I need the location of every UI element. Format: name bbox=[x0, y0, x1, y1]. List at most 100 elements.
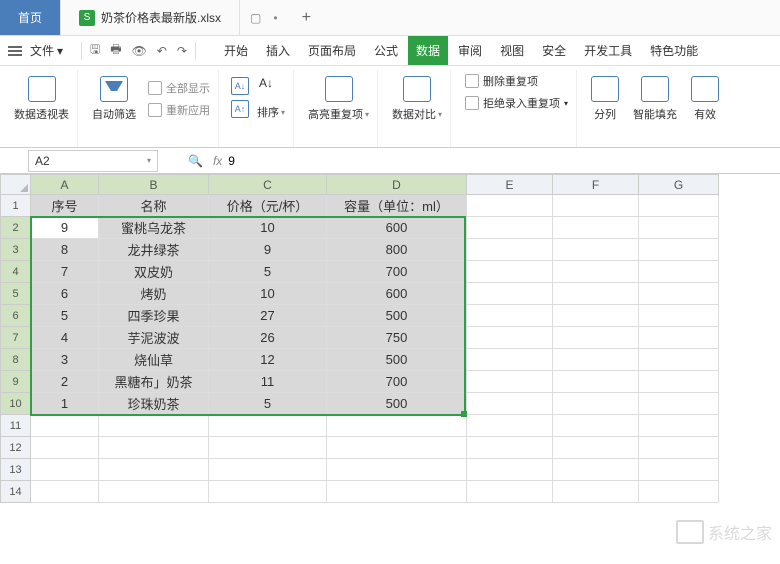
new-tab-button[interactable]: + bbox=[288, 0, 325, 35]
cell[interactable] bbox=[31, 437, 99, 459]
pivot-table-button[interactable]: 数据透视表 bbox=[12, 72, 71, 126]
col-header-D[interactable]: D bbox=[327, 175, 467, 195]
row-header[interactable]: 14 bbox=[1, 481, 31, 503]
cell[interactable]: 4 bbox=[31, 327, 99, 349]
cell[interactable] bbox=[31, 459, 99, 481]
file-menu[interactable]: 文件 ▾ bbox=[30, 42, 63, 59]
col-header-G[interactable]: G bbox=[639, 175, 719, 195]
cell[interactable] bbox=[31, 415, 99, 437]
formula-input[interactable] bbox=[222, 154, 780, 168]
cell[interactable]: 龙井绿茶 bbox=[99, 239, 209, 261]
autofilter-button[interactable]: 自动筛选 bbox=[90, 72, 138, 126]
cell[interactable] bbox=[467, 217, 553, 239]
cell[interactable] bbox=[553, 239, 639, 261]
cell[interactable]: 烧仙草 bbox=[99, 349, 209, 371]
cell[interactable] bbox=[467, 481, 553, 503]
cell[interactable] bbox=[553, 283, 639, 305]
cell[interactable] bbox=[467, 261, 553, 283]
col-header-A[interactable]: A bbox=[31, 175, 99, 195]
sort-asc-button[interactable]: A↓ bbox=[231, 77, 249, 96]
cell[interactable] bbox=[99, 481, 209, 503]
fx-label[interactable]: fx bbox=[213, 154, 222, 168]
cell[interactable] bbox=[639, 459, 719, 481]
cell[interactable]: 容量（单位：ml） bbox=[327, 195, 467, 217]
cell[interactable] bbox=[639, 393, 719, 415]
row-header[interactable]: 2 bbox=[1, 217, 31, 239]
cell[interactable]: 7 bbox=[31, 261, 99, 283]
tab-start[interactable]: 开始 bbox=[216, 36, 256, 65]
col-header-B[interactable]: B bbox=[99, 175, 209, 195]
show-all-button[interactable]: 全部显示 bbox=[146, 79, 212, 97]
row-header[interactable]: 11 bbox=[1, 415, 31, 437]
cell[interactable]: 9 bbox=[31, 217, 99, 239]
cell[interactable] bbox=[553, 437, 639, 459]
cell[interactable] bbox=[639, 371, 719, 393]
cell[interactable]: 10 bbox=[209, 283, 327, 305]
remove-duplicates-button[interactable]: 删除重复项 bbox=[463, 72, 570, 90]
cell[interactable] bbox=[467, 437, 553, 459]
cell[interactable]: 2 bbox=[31, 371, 99, 393]
cell[interactable]: 12 bbox=[209, 349, 327, 371]
cell[interactable] bbox=[467, 305, 553, 327]
cell[interactable] bbox=[327, 415, 467, 437]
cell[interactable] bbox=[209, 481, 327, 503]
cell[interactable] bbox=[467, 371, 553, 393]
cell[interactable]: 9 bbox=[209, 239, 327, 261]
sort-desc-button[interactable]: A↑ bbox=[231, 100, 249, 119]
cell[interactable] bbox=[467, 327, 553, 349]
row-header[interactable]: 1 bbox=[1, 195, 31, 217]
smart-fill-button[interactable]: 智能填充 bbox=[631, 72, 679, 126]
tab-developer[interactable]: 开发工具 bbox=[576, 36, 640, 65]
row-header[interactable]: 10 bbox=[1, 393, 31, 415]
tab-document[interactable]: S 奶茶价格表最新版.xlsx bbox=[61, 0, 240, 35]
tab-page-layout[interactable]: 页面布局 bbox=[300, 36, 364, 65]
row-header[interactable]: 13 bbox=[1, 459, 31, 481]
cell[interactable] bbox=[639, 349, 719, 371]
cell[interactable] bbox=[467, 393, 553, 415]
cell[interactable]: 1 bbox=[31, 393, 99, 415]
row-header[interactable]: 4 bbox=[1, 261, 31, 283]
cell[interactable] bbox=[467, 415, 553, 437]
row-header[interactable]: 8 bbox=[1, 349, 31, 371]
cell[interactable] bbox=[467, 283, 553, 305]
cell[interactable] bbox=[209, 437, 327, 459]
cell[interactable]: 26 bbox=[209, 327, 327, 349]
cell[interactable] bbox=[99, 415, 209, 437]
cell[interactable]: 750 bbox=[327, 327, 467, 349]
cell[interactable] bbox=[639, 261, 719, 283]
tab-features[interactable]: 特色功能 bbox=[642, 36, 706, 65]
cell[interactable] bbox=[209, 415, 327, 437]
cell[interactable] bbox=[639, 239, 719, 261]
cell[interactable] bbox=[639, 437, 719, 459]
cell[interactable] bbox=[553, 195, 639, 217]
cell[interactable]: 珍珠奶茶 bbox=[99, 393, 209, 415]
cell[interactable]: 价格（元/杯） bbox=[209, 195, 327, 217]
cell[interactable] bbox=[639, 415, 719, 437]
redo-icon[interactable]: ↷ bbox=[177, 44, 187, 58]
print-preview-icon[interactable]: 👁 bbox=[132, 44, 147, 58]
cell[interactable] bbox=[639, 195, 719, 217]
cell[interactable]: 5 bbox=[31, 305, 99, 327]
row-header[interactable]: 9 bbox=[1, 371, 31, 393]
cell[interactable] bbox=[639, 283, 719, 305]
row-header[interactable]: 5 bbox=[1, 283, 31, 305]
cell[interactable]: 3 bbox=[31, 349, 99, 371]
cell[interactable] bbox=[553, 415, 639, 437]
cell[interactable] bbox=[553, 327, 639, 349]
highlight-duplicates-button[interactable]: 高亮重复项▾ bbox=[306, 72, 371, 126]
col-header-E[interactable]: E bbox=[467, 175, 553, 195]
cell[interactable]: 700 bbox=[327, 261, 467, 283]
cell[interactable] bbox=[327, 459, 467, 481]
cell[interactable]: 黑糖布」奶茶 bbox=[99, 371, 209, 393]
row-header[interactable]: 6 bbox=[1, 305, 31, 327]
tab-view[interactable]: 视图 bbox=[492, 36, 532, 65]
cell[interactable]: 8 bbox=[31, 239, 99, 261]
row-header[interactable]: 7 bbox=[1, 327, 31, 349]
col-header-C[interactable]: C bbox=[209, 175, 327, 195]
cell[interactable] bbox=[553, 305, 639, 327]
cell[interactable] bbox=[553, 217, 639, 239]
tab-formula[interactable]: 公式 bbox=[366, 36, 406, 65]
cell[interactable]: 序号 bbox=[31, 195, 99, 217]
cell[interactable]: 500 bbox=[327, 305, 467, 327]
cell[interactable]: 800 bbox=[327, 239, 467, 261]
